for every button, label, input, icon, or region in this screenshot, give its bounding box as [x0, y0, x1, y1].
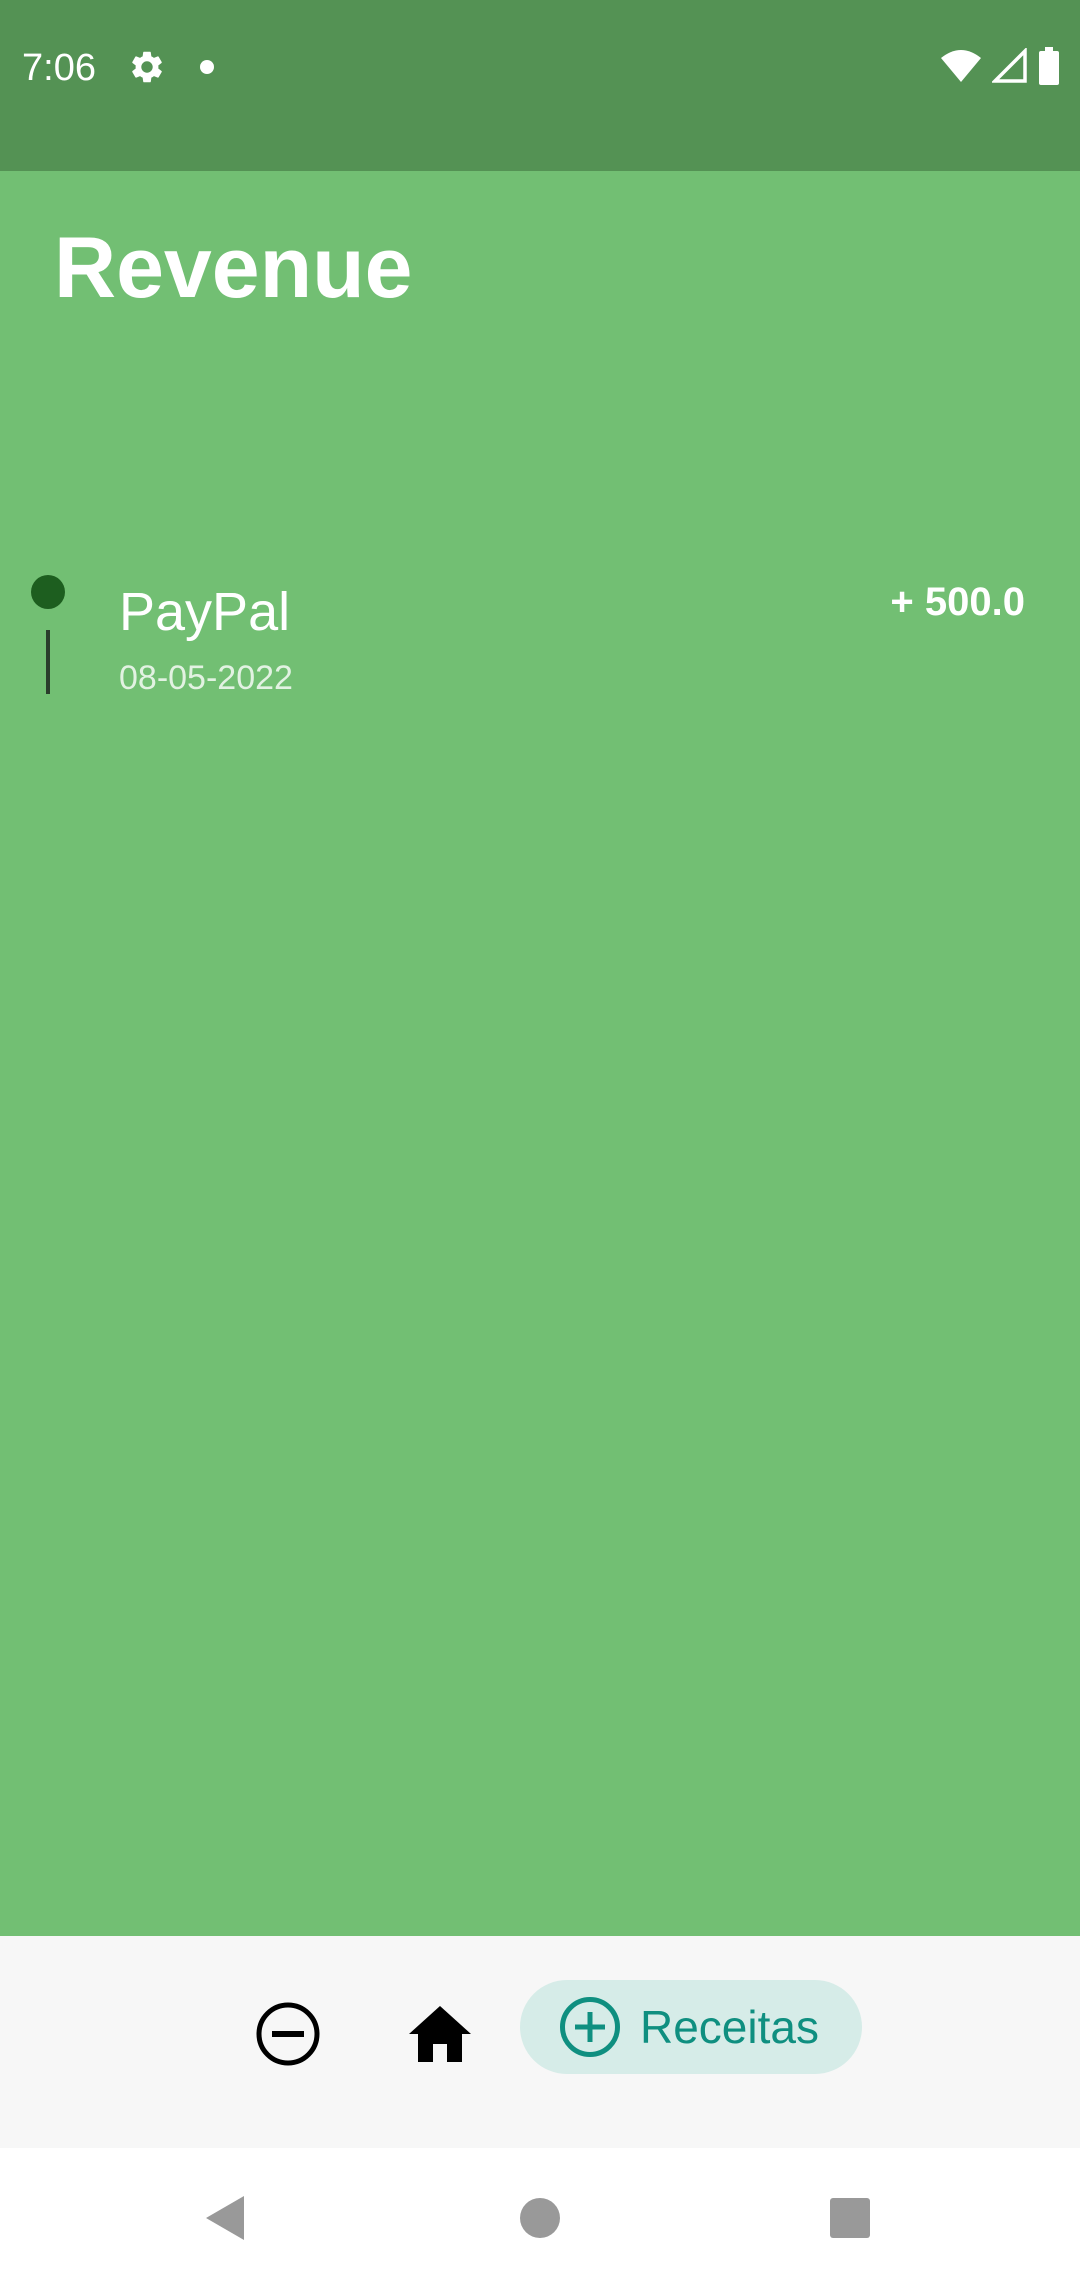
- minus-circle-icon: [256, 2002, 320, 2066]
- status-time: 7:06: [22, 47, 96, 89]
- battery-icon: [1039, 47, 1059, 85]
- timeline-line: [46, 630, 50, 694]
- status-icons: [940, 46, 1060, 86]
- nav-revenue-label: Receitas: [640, 2001, 819, 2053]
- bottom-navigation: Receitas: [0, 1936, 1080, 2148]
- status-bar: 7:06: [0, 0, 1080, 171]
- transaction-title: PayPal: [119, 582, 291, 642]
- cell-signal-icon: [992, 48, 1027, 83]
- app-screen: 7:06 Revenue PayPal 08-05-2022 + 500.0 R…: [0, 0, 1080, 2280]
- system-navigation-bar: [0, 2148, 1080, 2280]
- back-triangle-icon[interactable]: [196, 2188, 256, 2248]
- home-circle-icon[interactable]: [510, 2188, 570, 2248]
- wifi-icon: [941, 50, 981, 82]
- nav-revenue-button[interactable]: Receitas: [520, 1980, 862, 2074]
- home-icon: [409, 2006, 471, 2062]
- timeline-dot-icon: [31, 575, 65, 609]
- settings-gear-icon: [132, 51, 162, 83]
- transaction-list-item[interactable]: PayPal 08-05-2022 + 500.0: [0, 560, 1080, 720]
- transaction-date: 08-05-2022: [119, 659, 293, 697]
- recents-square-icon[interactable]: [820, 2188, 880, 2248]
- notification-dot-icon: [200, 60, 214, 74]
- nav-home-button[interactable]: [398, 1994, 482, 2074]
- transaction-amount: + 500.0: [890, 580, 1025, 624]
- plus-circle-icon: [558, 1995, 622, 2059]
- nav-expenses-button[interactable]: [248, 1994, 328, 2074]
- page-title: Revenue: [54, 220, 413, 316]
